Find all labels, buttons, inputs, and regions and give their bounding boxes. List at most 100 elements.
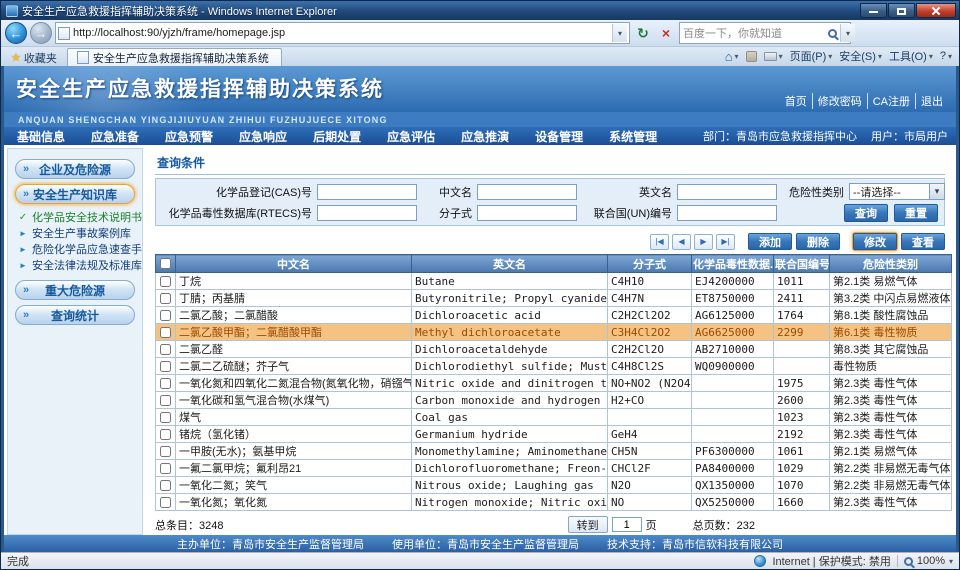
modify-button[interactable]: 修改 (853, 233, 897, 250)
favorites-button[interactable]: ★ 收藏夹 (4, 49, 64, 66)
row-checkbox[interactable] (160, 344, 171, 355)
goto-page-button[interactable]: 转到 (568, 516, 608, 533)
danger-class-select[interactable]: --请选择-- (849, 183, 945, 200)
sidebar-subitem[interactable]: ► 危险化学品应急速查手... (18, 241, 142, 257)
stop-button[interactable]: × (656, 23, 676, 43)
nav-item[interactable]: 系统管理 (596, 128, 670, 145)
main-panel: 查询条件 化学品登记(CAS)号 中文名 英文名 危险性类别 --请选择-- 化… (147, 148, 953, 535)
formula-input[interactable] (477, 205, 577, 221)
en-name-input[interactable] (677, 184, 777, 200)
table-row[interactable]: 二氯乙醛 Dichloroacetaldehyde C2H2Cl2O AB271… (156, 341, 952, 358)
cell-danger-class: 第2.3类 毒性气体 (830, 392, 952, 409)
header-link[interactable]: 退出 (915, 93, 948, 109)
delete-button[interactable]: 删除 (796, 233, 840, 250)
table-row[interactable]: 一氟二氯甲烷；氟利昂21 Dichlorofluoromethane; Freo… (156, 460, 952, 477)
row-checkbox[interactable] (160, 497, 171, 508)
header-link[interactable]: 首页 (780, 93, 812, 109)
row-checkbox[interactable] (160, 293, 171, 304)
nav-item[interactable]: 设备管理 (522, 128, 596, 145)
search-dropdown-icon[interactable]: ▾ (840, 24, 855, 42)
minimize-icon (869, 11, 878, 13)
header-link[interactable]: 修改密码 (812, 93, 867, 109)
sidebar-subitem[interactable]: ► 安全法律法规及标准库 (18, 257, 142, 273)
nav-item[interactable]: 应急预警 (152, 128, 226, 145)
chevron-down-icon: ▾ (929, 52, 933, 61)
pager-button[interactable]: ▶ (694, 234, 713, 250)
reset-button[interactable]: 重置 (894, 204, 938, 222)
cell-en-name: Nitric oxide and dinitrogen tetroxid (412, 375, 608, 392)
search-input[interactable] (683, 27, 825, 39)
table-row[interactable]: 一氧化氮和四氧化二氮混合物(氮氧化物，硝镪气，氧化氮气体) Nitric oxi… (156, 375, 952, 392)
table-row[interactable]: 二氯乙酸甲酯；二氯醋酸甲酯 Methyl dichloroacetate C3H… (156, 324, 952, 341)
sidebar-subitem[interactable]: ✓ 化学品安全技术说明书 (18, 209, 142, 225)
row-checkbox[interactable] (160, 446, 171, 457)
tab-active[interactable]: 安全生产应急救援指挥辅助决策系统 (67, 48, 282, 66)
back-button[interactable]: ← (5, 22, 27, 44)
row-checkbox[interactable] (160, 310, 171, 321)
un-input[interactable] (677, 205, 777, 221)
row-checkbox[interactable] (160, 412, 171, 423)
row-checkbox[interactable] (160, 327, 171, 338)
table-row[interactable]: 丁烷 Butane C4H10 EJ4200000 1011 第2.1类 易燃气… (156, 273, 952, 290)
sidebar-subitem[interactable]: ► 安全生产事故案例库 (18, 225, 142, 241)
command-menu-item[interactable]: 工具(O)▾ (889, 48, 933, 64)
address-input[interactable] (73, 27, 609, 39)
search-icon[interactable] (828, 29, 837, 38)
row-checkbox[interactable] (160, 378, 171, 389)
maximize-button[interactable] (888, 3, 915, 18)
help-button[interactable]: ?▾ (940, 50, 952, 62)
table-row[interactable]: 丁腈；丙基腈 Butyronitrile; Propyl cyanide C4H… (156, 290, 952, 307)
table-row[interactable]: 煤气 Coal gas 1023 第2.3类 毒性气体 (156, 409, 952, 426)
nav-item[interactable]: 应急评估 (374, 128, 448, 145)
rtecs-input[interactable] (317, 205, 417, 221)
header-link[interactable]: CA注册 (867, 93, 915, 109)
table-row[interactable]: 一甲胺(无水)；氨基甲烷 Monomethylamine; Aminometha… (156, 443, 952, 460)
command-menu-item[interactable]: 安全(S)▾ (839, 48, 882, 64)
print-button[interactable]: ▾ (764, 52, 783, 61)
sidebar-item-enterprise[interactable]: »企业及危险源 (15, 159, 135, 179)
row-checkbox[interactable] (160, 463, 171, 474)
sidebar-item-knowledge[interactable]: »安全生产知识库 (15, 184, 135, 204)
cn-name-input[interactable] (477, 184, 577, 200)
nav-item[interactable]: 基础信息 (4, 128, 78, 145)
table-row[interactable]: 一氧化二氮；笑气 Nitrous oxide; Laughing gas N2O… (156, 477, 952, 494)
view-button[interactable]: 查看 (901, 233, 945, 250)
sidebar-item-statistics[interactable]: »查询统计 (15, 305, 135, 325)
feed-icon[interactable] (746, 51, 757, 62)
row-checkbox[interactable] (160, 395, 171, 406)
pager-button[interactable]: ▶| (716, 234, 735, 250)
pager-button[interactable]: |◀ (650, 234, 669, 250)
add-button[interactable]: 添加 (748, 233, 792, 250)
home-button[interactable]: ⌂▾ (725, 49, 739, 64)
table-row[interactable]: 锗烷（氢化锗） Germanium hydride GeH4 2192 第2.3… (156, 426, 952, 443)
chevron-down-icon: ▾ (828, 52, 832, 61)
close-button[interactable] (916, 3, 956, 18)
nav-item[interactable]: 应急响应 (226, 128, 300, 145)
select-all-checkbox[interactable] (160, 258, 171, 269)
page-number-input[interactable] (612, 517, 642, 532)
refresh-button[interactable]: ↻ (633, 23, 653, 43)
cas-input[interactable] (317, 184, 417, 200)
back-icon: ← (10, 26, 23, 41)
row-checkbox[interactable] (160, 480, 171, 491)
address-dropdown-icon[interactable]: ▾ (612, 24, 627, 42)
nav-item[interactable]: 应急推演 (448, 128, 522, 145)
sidebar-item-major-hazard[interactable]: »重大危险源 (15, 280, 135, 300)
address-bar[interactable]: ▾ (55, 22, 630, 44)
command-menu-item[interactable]: 页面(P)▾ (790, 48, 833, 64)
nav-item[interactable]: 后期处置 (300, 128, 374, 145)
zoom-control[interactable]: 100% ▾ (904, 555, 953, 567)
table-row[interactable]: 一氧化碳和氢气混合物(水煤气) Carbon monoxide and hydr… (156, 392, 952, 409)
row-checkbox[interactable] (160, 429, 171, 440)
nav-item[interactable]: 应急准备 (78, 128, 152, 145)
minimize-button[interactable] (860, 3, 887, 18)
table-row[interactable]: 二氯乙酸；二氯醋酸 Dichloroacetic acid C2H2Cl2O2 … (156, 307, 952, 324)
search-button[interactable]: 查询 (844, 204, 888, 222)
forward-button[interactable]: → (30, 22, 52, 44)
table-row[interactable]: 一氧化氮；氧化氮 Nitrogen monoxide; Nitric oxide… (156, 494, 952, 511)
table-row[interactable]: 二氯二乙硫醚；芥子气 Dichlorodiethyl sulfide; Must… (156, 358, 952, 375)
row-checkbox[interactable] (160, 276, 171, 287)
pager-button[interactable]: ◀ (672, 234, 691, 250)
row-checkbox[interactable] (160, 361, 171, 372)
search-box[interactable]: ▾ (679, 22, 851, 44)
